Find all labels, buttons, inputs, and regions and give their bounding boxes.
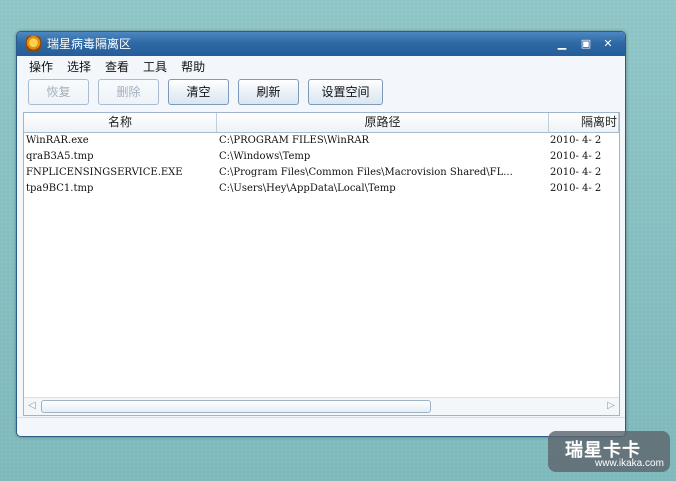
menu-item-help[interactable]: 帮助 (181, 58, 205, 75)
path-cell: C:\Windows\Temp (219, 151, 311, 162)
horizontal-scrollbar[interactable]: ◁ ▷ (24, 397, 619, 415)
table-row[interactable]: FNPLICENSINGSERVICE.EXE C:\Program Files… (24, 165, 619, 181)
time-cell: 2010- 4- 2 (550, 151, 602, 162)
time-cell: 2010- 4- 2 (550, 183, 602, 194)
watermark-url: www.ikaka.com (595, 458, 664, 469)
delete-button[interactable]: 删除 (98, 79, 159, 105)
time-cell: 2010- 4- 2 (550, 167, 602, 178)
quarantine-list[interactable]: 名称 原路径 隔离时 WinRAR.exe C:\PROGRAM FILES\W… (23, 112, 620, 416)
time-cell: 2010- 4- 2 (550, 135, 602, 146)
table-rows: WinRAR.exe C:\PROGRAM FILES\WinRAR 2010-… (24, 133, 619, 197)
scroll-thumb[interactable] (41, 400, 431, 413)
table-row[interactable]: qraB3A5.tmp C:\Windows\Temp 2010- 4- 2 (24, 149, 619, 165)
restore-button[interactable]: 恢复 (28, 79, 89, 105)
refresh-button[interactable]: 刷新 (238, 79, 299, 105)
table-row[interactable]: tpa9BC1.tmp C:\Users\Hey\AppData\Local\T… (24, 181, 619, 197)
rising-kaka-watermark: 瑞星卡卡 www.ikaka.com (548, 431, 670, 472)
column-name-header[interactable]: 名称 (24, 113, 217, 132)
column-path-header[interactable]: 原路径 (217, 113, 549, 132)
close-icon[interactable]: ✕ (601, 37, 615, 51)
title-bar[interactable]: 瑞星病毒隔离区 ▁ ▣ ✕ (17, 32, 625, 56)
window-title: 瑞星病毒隔离区 (47, 37, 132, 51)
file-name-cell: tpa9BC1.tmp (26, 183, 94, 194)
file-name-cell: WinRAR.exe (26, 135, 89, 146)
scroll-left-icon[interactable]: ◁ (25, 399, 39, 413)
maximize-icon[interactable]: ▣ (579, 37, 593, 51)
quarantine-window: 瑞星病毒隔离区 ▁ ▣ ✕ 操作 选择 查看 工具 帮助 恢复 删除 清空 刷新… (16, 31, 626, 437)
path-cell: C:\Program Files\Common Files\Macrovisio… (219, 167, 513, 178)
menu-bar: 操作 选择 查看 工具 帮助 (17, 56, 625, 76)
table-row[interactable]: WinRAR.exe C:\PROGRAM FILES\WinRAR 2010-… (24, 133, 619, 149)
menu-item-tools[interactable]: 工具 (143, 58, 167, 75)
menu-item-select[interactable]: 选择 (67, 58, 91, 75)
file-name-cell: FNPLICENSINGSERVICE.EXE (26, 167, 183, 178)
toolbar: 恢复 删除 清空 刷新 设置空间 (17, 76, 625, 109)
column-time-header[interactable]: 隔离时 (549, 113, 619, 132)
status-bar (17, 417, 625, 436)
minimize-icon[interactable]: ▁ (555, 37, 569, 51)
scroll-right-icon[interactable]: ▷ (604, 399, 618, 413)
path-cell: C:\PROGRAM FILES\WinRAR (219, 135, 370, 146)
set-space-button[interactable]: 设置空间 (308, 79, 383, 105)
table-header: 名称 原路径 隔离时 (24, 113, 619, 133)
clear-button[interactable]: 清空 (168, 79, 229, 105)
menu-item-operate[interactable]: 操作 (29, 58, 53, 75)
menu-item-view[interactable]: 查看 (105, 58, 129, 75)
path-cell: C:\Users\Hey\AppData\Local\Temp (219, 183, 396, 194)
app-icon (26, 36, 41, 51)
file-name-cell: qraB3A5.tmp (26, 151, 94, 162)
